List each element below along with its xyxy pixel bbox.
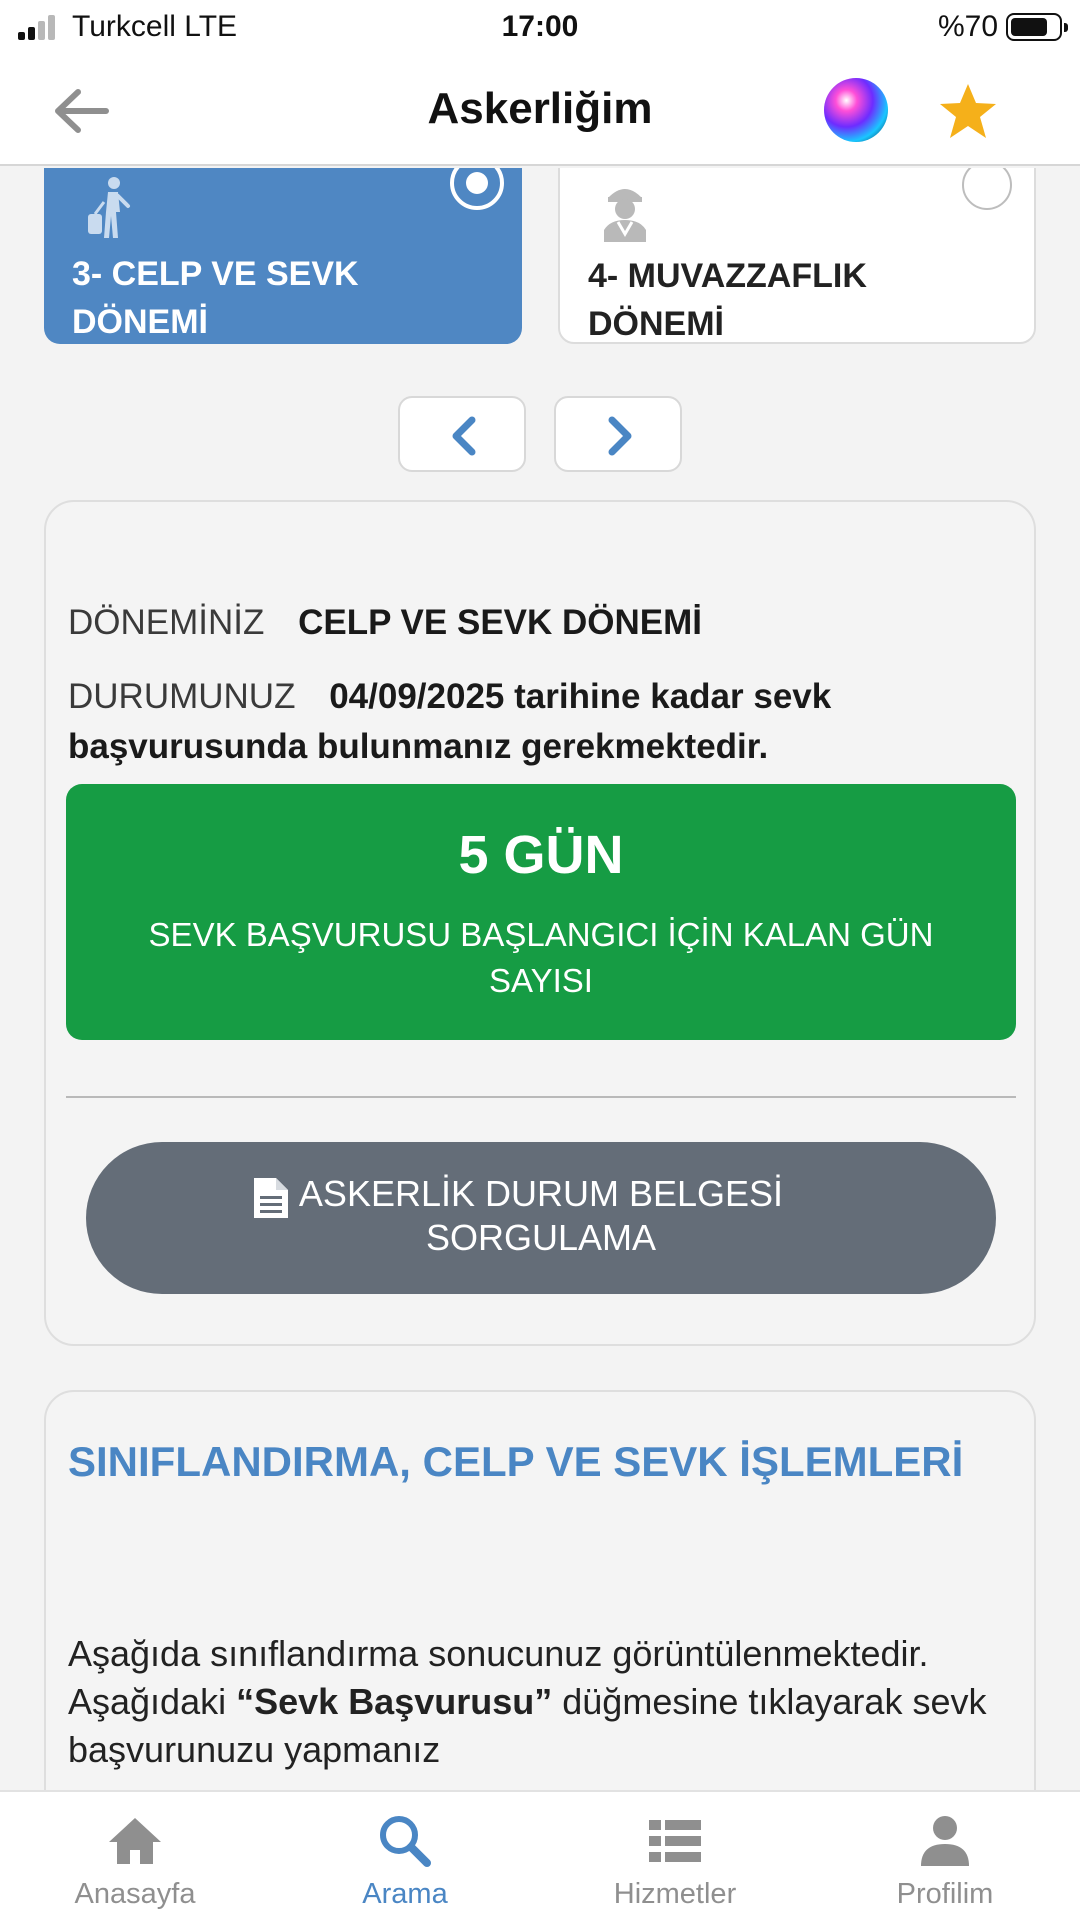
search-icon <box>380 1816 431 1867</box>
tab-hizmetler[interactable]: Hizmetler <box>540 1792 810 1920</box>
period-value: CELP VE SEVK DÖNEMİ <box>298 603 703 642</box>
tab-label: Hizmetler <box>613 1878 737 1910</box>
period-card-celp-sevk[interactable]: 3- CELP VE SEVK DÖNEMİ <box>44 168 522 344</box>
walking-with-luggage-icon <box>88 177 130 238</box>
siri-icon[interactable] <box>824 78 888 142</box>
radio-unselected-icon[interactable] <box>962 168 1012 210</box>
battery-icon <box>1006 13 1068 41</box>
clock: 17:00 <box>501 10 579 43</box>
divider <box>66 1096 1016 1098</box>
soldier-icon <box>604 189 646 242</box>
period-card-muvazzaflik[interactable]: 4- MUVAZZAFLIK DÖNEMİ <box>558 168 1036 344</box>
tab-anasayfa[interactable]: Anasayfa <box>0 1792 270 1920</box>
chevron-right-icon <box>608 416 632 456</box>
next-period-button[interactable] <box>554 396 682 472</box>
countdown-value: 5 GÜN <box>458 825 624 885</box>
tab-arama[interactable]: Arama <box>270 1792 540 1920</box>
page-title: Askerliğim <box>427 84 653 133</box>
countdown-label: SEVK BAŞVURUSU BAŞLANGICI İÇİN KALAN GÜN… <box>148 916 934 999</box>
home-icon <box>109 1818 161 1864</box>
period-key: DÖNEMİNİZ <box>68 603 265 642</box>
military-status-document-button[interactable]: ASKERLİK DURUM BELGESİ SORGULAMA <box>86 1142 996 1294</box>
battery-percentage: %70 <box>937 10 998 43</box>
state-key: DURUMUNUZ <box>68 677 296 716</box>
info-card: SINIFLANDIRMA, CELP VE SEVK İŞLEMLERİ Aş… <box>44 1390 1036 1790</box>
state-row: DURUMUNUZ 04/09/2025 tarihine kadar sevk… <box>68 672 998 772</box>
app-header: Askerliğim <box>0 56 1080 166</box>
tab-label: Anasayfa <box>74 1878 196 1910</box>
info-body-emphasis: “Sevk Başvurusu” <box>236 1681 553 1722</box>
tab-label: Arama <box>362 1878 448 1910</box>
status-bar: Turkcell LTE 17:00 %70 <box>0 0 1080 56</box>
countdown-box: 5 GÜN SEVK BAŞVURUSU BAŞLANGICI İÇİN KAL… <box>66 784 1016 1040</box>
tab-label: Profilim <box>896 1878 994 1910</box>
info-body: Aşağıda sınıflandırma sonucunuz görüntül… <box>68 1630 1018 1774</box>
radio-selected-icon[interactable] <box>450 168 504 210</box>
user-icon <box>921 1816 969 1866</box>
content-area: 3- CELP VE SEVK DÖNEMİ 4- MUVAZZAFLIK DÖ… <box>0 168 1080 1790</box>
period-row: DÖNEMİNİZ CELP VE SEVK DÖNEMİ <box>68 598 998 648</box>
info-title: SINIFLANDIRMA, CELP VE SEVK İŞLEMLERİ <box>68 1438 964 1485</box>
period-card-label: 3- CELP VE SEVK DÖNEMİ <box>72 255 359 341</box>
list-icon <box>649 1820 701 1862</box>
previous-period-button[interactable] <box>398 396 526 472</box>
tab-profilim[interactable]: Profilim <box>810 1792 1080 1920</box>
document-button-label: ASKERLİK DURUM BELGESİ SORGULAMA <box>298 1173 784 1258</box>
status-card: DÖNEMİNİZ CELP VE SEVK DÖNEMİ DURUMUNUZ … <box>44 500 1036 1346</box>
tab-bar: Anasayfa Arama Hizmetler Profilim <box>0 1790 1080 1920</box>
period-card-label: 4- MUVAZZAFLIK DÖNEMİ <box>588 257 867 343</box>
chevron-left-icon <box>452 416 476 456</box>
star-icon[interactable] <box>938 82 998 140</box>
